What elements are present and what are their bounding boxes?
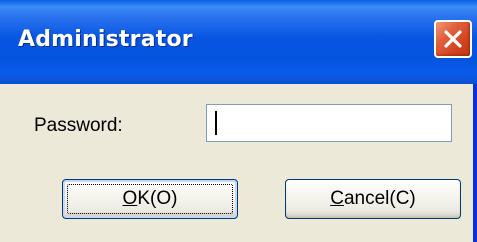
cancel-accelerator: C [330,188,344,209]
title-bar[interactable]: Administrator [0,0,477,84]
dialog-window: Administrator Password: OK(O) Cancel(C) [0,0,477,242]
password-field[interactable] [206,104,452,142]
ok-button[interactable]: OK(O) [62,179,238,219]
text-caret [215,111,217,135]
close-icon [444,30,462,48]
close-button[interactable] [434,20,472,58]
cancel-label: ancel(C) [343,188,416,209]
ok-accelerator: O [122,188,138,209]
ok-label: K(O) [137,188,178,209]
password-label: Password: [34,115,123,136]
window-title: Administrator [18,27,193,52]
cancel-button[interactable]: Cancel(C) [285,179,461,219]
